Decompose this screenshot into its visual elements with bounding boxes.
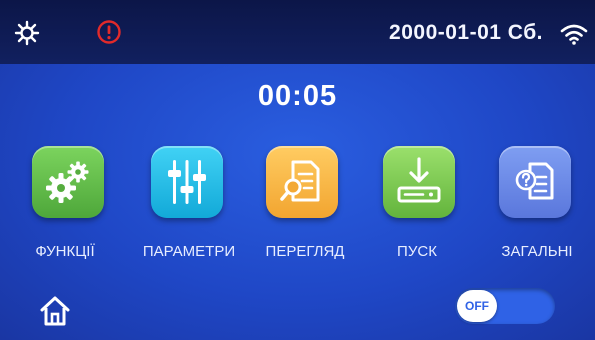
home-icon[interactable] bbox=[38, 294, 72, 328]
general-label: ЗАГАЛЬНІ bbox=[501, 243, 573, 260]
power-toggle[interactable]: OFF bbox=[455, 288, 555, 324]
general-button[interactable] bbox=[499, 146, 571, 218]
view-label: ПЕРЕГЛЯД bbox=[265, 243, 345, 260]
sliders-icon bbox=[168, 160, 206, 204]
functions-button[interactable] bbox=[32, 146, 104, 218]
status-bar: 2000-01-01 Сб. bbox=[0, 0, 595, 64]
toggle-state-label: OFF bbox=[465, 299, 489, 313]
device-screen: 2000-01-01 Сб. 00:05 ФУНКЦІЇ ПАРАМЕТРИ П… bbox=[0, 0, 595, 340]
document-question-icon bbox=[515, 162, 554, 200]
settings-gear-icon[interactable] bbox=[14, 20, 40, 46]
date-display: 2000-01-01 Сб. bbox=[389, 21, 543, 44]
wifi-icon bbox=[560, 24, 588, 45]
start-button[interactable] bbox=[383, 146, 455, 218]
document-search-icon bbox=[280, 160, 320, 202]
view-button[interactable] bbox=[266, 146, 338, 218]
timer-display: 00:05 bbox=[257, 80, 338, 112]
gears-icon bbox=[46, 161, 89, 203]
parameters-button[interactable] bbox=[151, 146, 223, 218]
start-label: ПУСК bbox=[397, 243, 437, 260]
parameters-label: ПАРАМЕТРИ bbox=[142, 243, 236, 260]
alert-icon[interactable] bbox=[96, 19, 122, 45]
download-tray-icon bbox=[397, 157, 441, 203]
functions-label: ФУНКЦІЇ bbox=[35, 243, 95, 260]
